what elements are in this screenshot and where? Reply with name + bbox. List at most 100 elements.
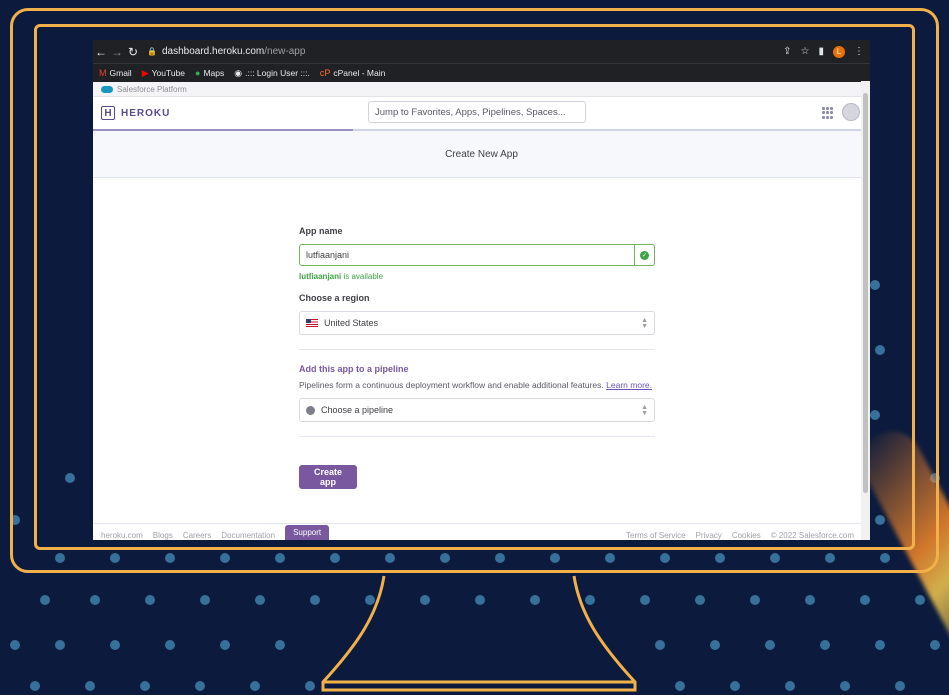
divider <box>299 349 655 350</box>
availability-message: lutfiaanjani is available <box>299 272 384 281</box>
background-dot <box>860 595 870 605</box>
background-dot <box>140 681 150 691</box>
background-dot <box>165 640 175 650</box>
background-dot <box>10 640 20 650</box>
page-title: Create New App <box>445 148 518 160</box>
background-dot <box>255 595 265 605</box>
scrollbar-thumb[interactable] <box>863 93 868 493</box>
create-app-button[interactable]: Create app <box>299 465 357 489</box>
url-host: dashboard.heroku.com <box>161 46 265 57</box>
region-label: Choose a region <box>299 293 370 303</box>
pipeline-placeholder: Choose a pipeline <box>321 405 394 415</box>
sidepanel-icon[interactable]: ▮ <box>818 46 824 57</box>
background-dot <box>640 595 650 605</box>
url-path: /new-app <box>264 46 306 57</box>
cpanel-icon: cP <box>319 68 331 78</box>
learn-more-link[interactable]: Learn more. <box>606 380 652 390</box>
footer-link-documentation[interactable]: Documentation <box>221 531 275 540</box>
footer-link-terms[interactable]: Terms of Service <box>626 531 686 540</box>
heroku-header: H HEROKU <box>93 97 870 131</box>
salesforce-cloud-icon <box>101 85 113 93</box>
region-select[interactable]: United States ▲ ▼ <box>299 311 655 335</box>
chevron-updown-icon: ▲ ▼ <box>641 317 648 330</box>
background-dot <box>730 681 740 691</box>
app-name-label: App name <box>299 226 343 236</box>
pipeline-select[interactable]: Choose a pipeline ▲ ▼ <box>299 398 655 422</box>
region-value: United States <box>324 318 379 328</box>
browser-toolbar: ← → ↻ 🔒 dashboard.heroku.com/new-app ⇪ ☆… <box>93 40 870 63</box>
bookmark-youtube[interactable]: ▶ YouTube <box>142 68 185 79</box>
bookmark-gmail[interactable]: M Gmail <box>99 68 132 78</box>
youtube-icon: ▶ <box>141 67 149 78</box>
star-icon[interactable]: ☆ <box>801 46 810 57</box>
pipeline-description: Pipelines form a continuous deployment w… <box>299 380 652 390</box>
monitor-stand <box>321 575 637 692</box>
check-icon: ✓ <box>640 250 649 260</box>
background-dot <box>305 681 315 691</box>
background-dot <box>40 595 50 605</box>
background-dot <box>750 595 760 605</box>
background-dot <box>30 681 40 691</box>
back-icon[interactable]: ← <box>93 45 109 59</box>
background-dot <box>765 640 775 650</box>
search-input[interactable] <box>368 101 586 123</box>
background-dot <box>55 640 65 650</box>
pipeline-icon <box>306 405 315 415</box>
footer-link-blogs[interactable]: Blogs <box>153 531 173 540</box>
background-dot <box>675 681 685 691</box>
background-dot <box>200 595 210 605</box>
background-dot <box>195 681 205 691</box>
us-flag-icon <box>306 319 318 327</box>
support-button[interactable]: Support <box>285 525 330 540</box>
bookmarks-bar: M Gmail ▶ YouTube ● Maps ◉.::: Login User :… <box>93 63 870 82</box>
background-dot <box>785 681 795 691</box>
share-icon[interactable]: ⇪ <box>783 46 791 57</box>
reload-icon[interactable]: ↻ <box>125 45 141 59</box>
profile-avatar[interactable]: L <box>833 45 845 58</box>
background-dot <box>875 640 885 650</box>
menu-icon[interactable]: ⋮ <box>854 46 864 57</box>
footer-link-careers[interactable]: Careers <box>183 531 211 540</box>
apps-grid-icon[interactable] <box>822 107 834 119</box>
salesforce-bar: Salesforce Platform <box>93 82 870 97</box>
background-dot <box>275 640 285 650</box>
heroku-logo-text[interactable]: HEROKU <box>121 108 170 119</box>
background-dot <box>220 640 230 650</box>
chevron-updown-icon: ▲ ▼ <box>641 404 648 417</box>
footer-link-privacy[interactable]: Privacy <box>696 531 722 540</box>
background-dot <box>840 681 850 691</box>
background-dot <box>930 640 940 650</box>
address-bar[interactable]: 🔒 dashboard.heroku.com/new-app <box>147 46 305 57</box>
lock-icon: 🔒 <box>147 47 157 56</box>
background-dot <box>710 640 720 650</box>
background-dot <box>915 595 925 605</box>
user-avatar-icon[interactable] <box>842 103 860 121</box>
divider <box>299 436 655 437</box>
browser-screen: ← → ↻ 🔒 dashboard.heroku.com/new-app ⇪ ☆… <box>93 40 870 540</box>
footer-link-heroku[interactable]: heroku.com <box>101 531 143 540</box>
background-dot <box>110 640 120 650</box>
footer-link-cookies[interactable]: Cookies <box>732 531 761 540</box>
pipeline-title: Add this app to a pipeline <box>299 364 409 374</box>
maps-icon: ● <box>195 68 201 78</box>
bookmark-login[interactable]: ◉.::: Login User :::. <box>234 68 310 79</box>
page-header: Create New App <box>93 131 870 178</box>
background-dot <box>695 595 705 605</box>
background-dot <box>90 595 100 605</box>
background-dot <box>145 595 155 605</box>
page-footer: heroku.com Blogs Careers Documentation S… <box>93 523 870 540</box>
background-dot <box>820 640 830 650</box>
app-name-input[interactable] <box>299 244 635 266</box>
bookmark-cpanel[interactable]: cP cPanel - Main <box>320 68 385 78</box>
header-accent-line <box>93 129 353 131</box>
scrollbar[interactable] <box>861 81 870 540</box>
forward-icon[interactable]: → <box>109 45 125 59</box>
background-dot <box>805 595 815 605</box>
footer-copyright: © 2022 Salesforce.com <box>770 531 854 540</box>
availability-check-container: ✓ <box>635 244 655 266</box>
background-dot <box>655 640 665 650</box>
background-dot <box>85 681 95 691</box>
create-app-form: App name ✓ lutfiaanjani is available Cho… <box>299 226 655 489</box>
bookmark-maps[interactable]: ● Maps <box>195 68 224 78</box>
heroku-logo-icon[interactable]: H <box>101 106 115 120</box>
